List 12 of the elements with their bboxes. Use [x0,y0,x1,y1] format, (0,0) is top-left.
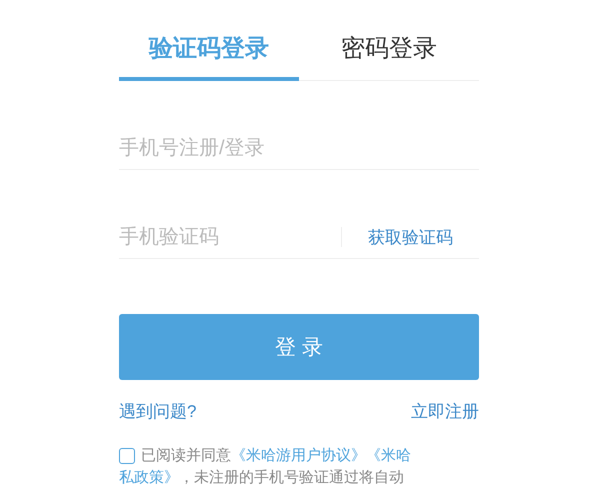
help-link[interactable]: 遇到问题? [119,400,196,423]
agreement-text: 已阅读并同意 [141,446,231,466]
agreement-link[interactable]: 私政策》 [119,467,179,489]
login-tab[interactable]: 验证码登录 [119,24,299,81]
agreement-text: ，未注册的手机号验证通过将自动 [179,468,404,488]
get-code-link[interactable]: 获取验证码 [368,226,453,248]
register-link[interactable]: 立即注册 [411,400,479,423]
login-tab[interactable]: 密码登录 [299,24,479,81]
agree-checkbox[interactable] [119,448,135,464]
agreement-link[interactable]: 《米哈游用户协议》 [231,445,366,467]
login-button[interactable]: 登 录 [119,314,479,380]
agreement-link[interactable]: 《米哈 [366,445,411,467]
